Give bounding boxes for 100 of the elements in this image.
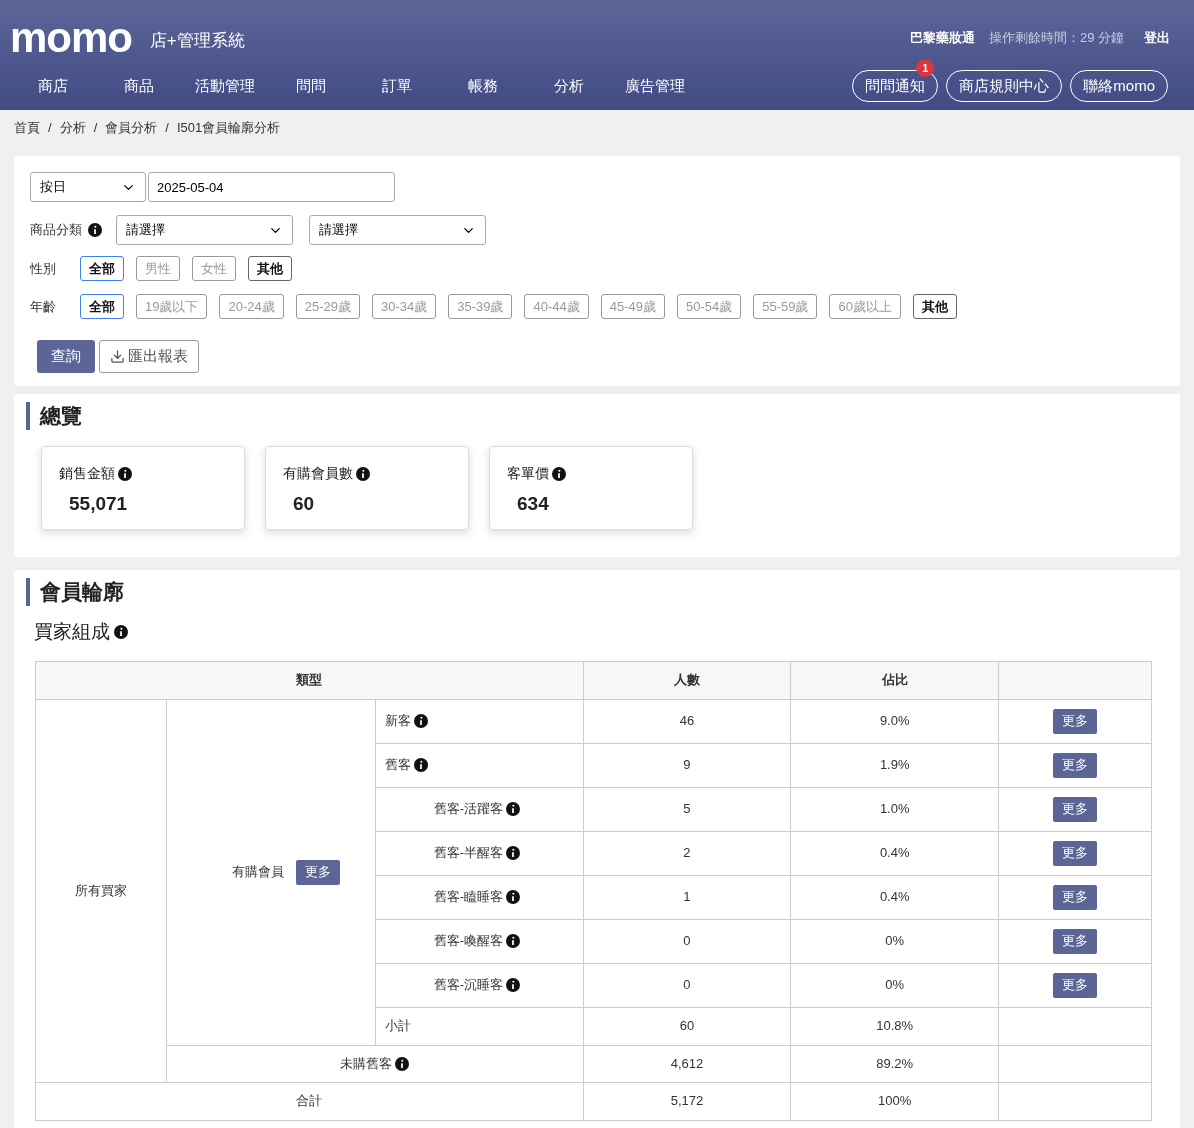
breadcrumb-item[interactable]: 分析 xyxy=(59,118,86,138)
table-cell: 1 xyxy=(583,875,791,919)
more-button[interactable]: 更多 xyxy=(1053,752,1098,778)
shop-name: 巴黎藥妝通 xyxy=(909,29,975,48)
column-header: 佔比 xyxy=(790,661,999,699)
breadcrumb-separator: / xyxy=(93,119,98,138)
info-icon xyxy=(395,1056,410,1071)
more-button[interactable]: 更多 xyxy=(1053,928,1098,954)
table-cell: 1.9% xyxy=(790,743,999,787)
table-cell: 0% xyxy=(790,963,999,1007)
info-icon xyxy=(118,466,132,481)
query-button[interactable]: 查詢 xyxy=(37,340,95,373)
filter-label: 商品分類 xyxy=(30,221,83,240)
section-title: 總覽 xyxy=(26,402,1168,430)
table-cell-text: 新客 xyxy=(384,712,411,731)
nav-item[interactable]: 商店 xyxy=(10,74,96,98)
column-header: 類型 xyxy=(35,661,584,699)
table-cell: 所有買家 xyxy=(35,699,167,1082)
table-cell-text: 有購會員 xyxy=(231,863,284,882)
table-cell: 100% xyxy=(790,1082,999,1120)
info-icon xyxy=(88,223,102,237)
info-icon xyxy=(506,890,521,904)
table-cell: 5,172 xyxy=(583,1082,791,1120)
info-icon xyxy=(413,758,428,772)
more-button[interactable]: 更多 xyxy=(1053,972,1098,998)
breadcrumb-item[interactable]: 首頁 xyxy=(14,118,40,138)
subsection-title: 買家組成 xyxy=(34,620,110,644)
more-button[interactable]: 更多 xyxy=(1053,840,1098,866)
table-cell-text: 舊客-喚醒客 xyxy=(433,932,504,951)
table-cell-text: 未購舊客 xyxy=(340,1054,393,1073)
nav-item[interactable]: 分析 xyxy=(526,74,612,98)
info-icon xyxy=(506,846,521,860)
info-icon xyxy=(506,802,521,816)
section-title: 會員輪廓 xyxy=(26,578,1168,606)
metric-value: 55,071 xyxy=(69,492,129,516)
table-cell: 0 xyxy=(583,919,791,963)
table-cell: 60 xyxy=(583,1007,791,1045)
table-cell: 9 xyxy=(583,743,791,787)
more-button[interactable]: 更多 xyxy=(295,859,340,885)
table-cell: 合計 xyxy=(35,1082,584,1120)
category-select[interactable]: 請選擇 xyxy=(309,215,486,245)
download-icon xyxy=(110,349,125,364)
metric-label: 客單價 xyxy=(507,464,549,483)
more-button[interactable]: 更多 xyxy=(1053,884,1098,910)
info-icon xyxy=(356,466,370,481)
table-cell: 0.4% xyxy=(790,831,999,875)
breadcrumb-separator: / xyxy=(165,119,169,138)
table-cell: 1.0% xyxy=(790,787,999,831)
filter-chip[interactable]: 全部 xyxy=(80,294,124,319)
filter-chip[interactable]: 其他 xyxy=(248,256,292,281)
filter-chip[interactable]: 其他 xyxy=(912,294,957,319)
info-icon xyxy=(506,934,521,948)
nav-item[interactable]: 帳務 xyxy=(440,74,526,98)
metric-label: 銷售金額 xyxy=(59,464,115,483)
metric-value: 60 xyxy=(293,492,316,516)
more-button[interactable]: 更多 xyxy=(1053,796,1098,822)
table-cell: 2 xyxy=(583,831,791,875)
date-input[interactable]: 2025-05-04 xyxy=(148,172,395,202)
filter-chip[interactable]: 全部 xyxy=(80,256,124,281)
metric-label: 有購會員數 xyxy=(283,464,353,483)
filter-label: 年齡 xyxy=(30,297,57,316)
logo: momo xyxy=(10,18,132,58)
breadcrumb-item[interactable]: I501會員輪廓分析 xyxy=(176,118,281,138)
column-header: 人數 xyxy=(583,661,791,699)
table-cell: 小計 xyxy=(375,1007,584,1045)
nav-item[interactable]: 訂單 xyxy=(354,74,440,98)
table-cell-text: 舊客-沉睡客 xyxy=(433,976,504,995)
nav-item[interactable]: 問問 xyxy=(268,74,354,98)
table-cell: 4,612 xyxy=(583,1045,791,1082)
info-icon xyxy=(552,466,566,481)
more-button[interactable]: 更多 xyxy=(1053,708,1098,734)
category-select[interactable]: 請選擇 xyxy=(116,215,293,245)
table-cell: 9.0% xyxy=(790,699,999,743)
table-cell: 0% xyxy=(790,919,999,963)
info-icon xyxy=(114,625,128,640)
table-cell: 89.2% xyxy=(790,1045,999,1082)
period-select[interactable]: 按日 xyxy=(30,172,146,202)
info-icon xyxy=(506,978,521,992)
nav-item[interactable]: 活動管理 xyxy=(182,74,268,98)
metric-value: 634 xyxy=(517,492,550,516)
breadcrumb-separator: / xyxy=(48,119,52,138)
table-cell-text: 舊客-半醒客 xyxy=(433,844,504,863)
table-cell-text: 舊客-瞌睡客 xyxy=(433,888,504,907)
notification-badge: 1 xyxy=(916,59,935,77)
nav-item[interactable]: 廣告管理 xyxy=(612,74,698,98)
table-cell: 46 xyxy=(583,699,791,743)
table-cell-text: 舊客 xyxy=(384,756,411,775)
nav-item[interactable]: 商品 xyxy=(96,74,182,98)
logout-link[interactable]: 登出 xyxy=(1144,28,1170,48)
table-cell: 0.4% xyxy=(790,875,999,919)
table-cell: 0 xyxy=(583,963,791,1007)
table-cell-text: 舊客-活躍客 xyxy=(433,800,504,819)
session-timer: 操作剩餘時間：29 分鐘 xyxy=(988,29,1124,48)
export-button[interactable]: 匯出報表 xyxy=(99,340,199,373)
table-cell: 10.8% xyxy=(790,1007,999,1045)
system-name: 店+管理系統 xyxy=(149,30,245,53)
filter-label: 性別 xyxy=(30,259,57,278)
table-cell: 5 xyxy=(583,787,791,831)
breadcrumb-item[interactable]: 會員分析 xyxy=(105,118,158,138)
info-icon xyxy=(413,714,428,728)
